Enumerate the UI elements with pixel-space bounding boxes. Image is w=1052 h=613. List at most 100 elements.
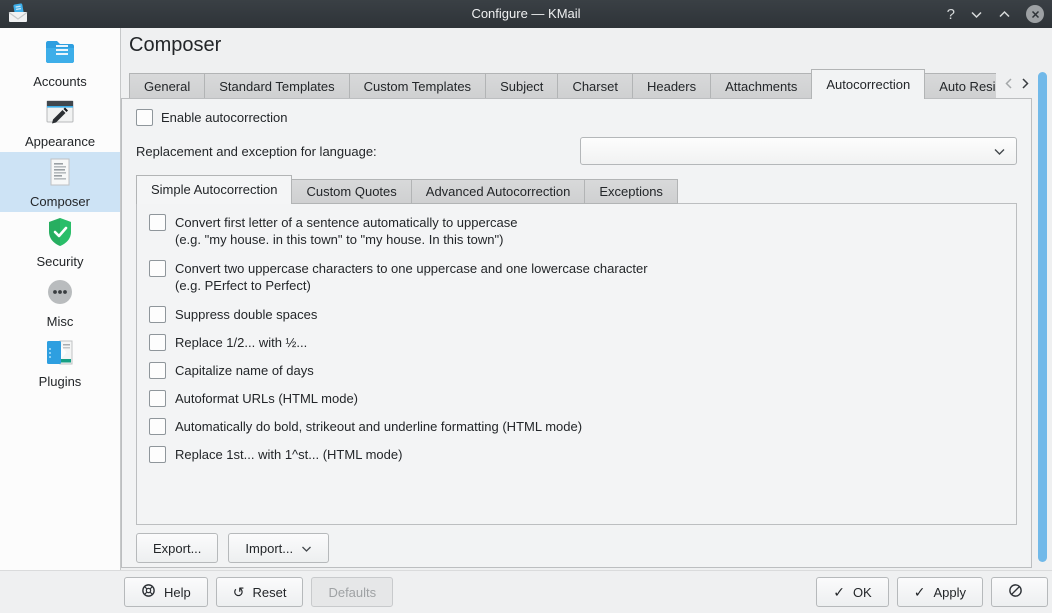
configure-kmail-window: Configure — KMail ? bbox=[0, 0, 1052, 613]
language-row: Replacement and exception for language: bbox=[136, 137, 1017, 165]
composer-tabs: General Standard Templates Custom Templa… bbox=[129, 69, 996, 99]
tab-custom-quotes[interactable]: Custom Quotes bbox=[291, 179, 411, 204]
language-combobox[interactable] bbox=[580, 137, 1017, 165]
apply-button[interactable]: ✓ Apply bbox=[897, 577, 983, 607]
tab-subject[interactable]: Subject bbox=[485, 73, 558, 99]
sidebar-item-label: Security bbox=[37, 254, 84, 269]
tab-exceptions[interactable]: Exceptions bbox=[584, 179, 678, 204]
reset-button[interactable]: ↺ Reset bbox=[216, 577, 304, 607]
tab-autocorrection[interactable]: Autocorrection bbox=[811, 69, 925, 99]
import-button[interactable]: Import... bbox=[228, 533, 329, 563]
sidebar-item-misc[interactable]: Misc bbox=[0, 272, 120, 332]
close-icon[interactable] bbox=[1026, 5, 1044, 23]
appearance-window-icon bbox=[43, 96, 77, 131]
dialog-button-box: Help ↺ Reset Defaults ✓ OK ✓ Apply bbox=[0, 570, 1052, 613]
tab-scroll-left-icon[interactable] bbox=[1004, 77, 1013, 93]
sidebar-item-security[interactable]: Security bbox=[0, 212, 120, 272]
capitalize-days-checkbox[interactable] bbox=[149, 362, 166, 379]
plugins-icon bbox=[43, 336, 77, 371]
category-sidebar: Accounts Appearance bbox=[0, 28, 121, 570]
tab-scroll-right-icon[interactable] bbox=[1021, 77, 1030, 93]
composer-document-icon bbox=[43, 156, 77, 191]
sidebar-item-label: Appearance bbox=[25, 134, 95, 149]
sidebar-item-appearance[interactable]: Appearance bbox=[0, 92, 120, 152]
option-label: Automatically do bold, strikeout and und… bbox=[175, 418, 582, 435]
chevron-down-icon bbox=[993, 144, 1006, 159]
tab-auto-resize[interactable]: Auto Resize bbox=[924, 73, 996, 99]
option-label: Capitalize name of days bbox=[175, 362, 314, 379]
option-autoformat-urls[interactable]: Autoformat URLs (HTML mode) bbox=[149, 390, 1004, 407]
vertical-scrollbar[interactable] bbox=[1038, 72, 1047, 562]
maximize-button[interactable] bbox=[998, 7, 1011, 22]
option-replace-ordinals[interactable]: Replace 1st... with 1^st... (HTML mode) bbox=[149, 446, 1004, 463]
window-title: Configure — KMail bbox=[0, 0, 1052, 28]
option-capitalize-days[interactable]: Capitalize name of days bbox=[149, 362, 1004, 379]
sidebar-item-label: Composer bbox=[30, 194, 90, 209]
defaults-button[interactable]: Defaults bbox=[311, 577, 393, 607]
tab-scroll-arrows bbox=[996, 77, 1032, 99]
cancel-button[interactable] bbox=[991, 577, 1048, 607]
tab-simple-autocorrection[interactable]: Simple Autocorrection bbox=[136, 175, 292, 204]
footer-right-buttons: ✓ OK ✓ Apply bbox=[816, 577, 1048, 607]
sidebar-item-plugins[interactable]: Plugins bbox=[0, 332, 120, 392]
option-label: Autoformat URLs (HTML mode) bbox=[175, 390, 358, 407]
autocorrection-sub-tabs: Simple Autocorrection Custom Quotes Adva… bbox=[136, 175, 1017, 204]
tab-standard-templates[interactable]: Standard Templates bbox=[204, 73, 349, 99]
option-label: Suppress double spaces bbox=[175, 306, 317, 323]
tab-advanced-autocorrection[interactable]: Advanced Autocorrection bbox=[411, 179, 586, 204]
enable-autocorrection-checkbox[interactable] bbox=[136, 109, 153, 126]
option-label: Replace 1st... with 1^st... (HTML mode) bbox=[175, 446, 402, 463]
option-two-uppercase[interactable]: Convert two uppercase characters to one … bbox=[149, 260, 1004, 294]
tab-charset[interactable]: Charset bbox=[557, 73, 633, 99]
export-import-row: Export... Import... bbox=[136, 533, 1017, 563]
uppercase-first-letter-checkbox[interactable] bbox=[149, 214, 166, 231]
export-button[interactable]: Export... bbox=[136, 533, 218, 563]
cancel-slash-icon bbox=[1008, 583, 1023, 601]
sidebar-item-accounts[interactable]: Accounts bbox=[0, 32, 120, 92]
sidebar-item-label: Accounts bbox=[33, 74, 86, 89]
check-icon: ✓ bbox=[914, 585, 926, 599]
page-title: Composer bbox=[129, 34, 1052, 57]
autoformat-urls-checkbox[interactable] bbox=[149, 390, 166, 407]
tab-headers[interactable]: Headers bbox=[632, 73, 711, 99]
replace-fractions-checkbox[interactable] bbox=[149, 334, 166, 351]
bold-strikeout-underline-checkbox[interactable] bbox=[149, 418, 166, 435]
chevron-down-icon bbox=[301, 541, 312, 556]
enable-autocorrection-row[interactable]: Enable autocorrection bbox=[136, 109, 1017, 126]
enable-autocorrection-label: Enable autocorrection bbox=[161, 110, 287, 125]
window-controls: ? bbox=[947, 0, 1044, 28]
composer-settings-page: Composer General Standard Templates Cust… bbox=[121, 28, 1052, 570]
option-replace-fractions[interactable]: Replace 1/2... with ½... bbox=[149, 334, 1004, 351]
dialog-body: Accounts Appearance bbox=[0, 28, 1052, 570]
replace-ordinals-checkbox[interactable] bbox=[149, 446, 166, 463]
titlebar: Configure — KMail ? bbox=[0, 0, 1052, 28]
context-help-button[interactable]: ? bbox=[947, 7, 955, 22]
accounts-folder-icon bbox=[43, 36, 77, 71]
minimize-button[interactable] bbox=[970, 7, 983, 22]
composer-tab-bar: General Standard Templates Custom Templa… bbox=[121, 69, 1032, 99]
option-suppress-double-spaces[interactable]: Suppress double spaces bbox=[149, 306, 1004, 323]
help-lifebuoy-icon bbox=[141, 583, 156, 601]
option-uppercase-first-letter[interactable]: Convert first letter of a sentence autom… bbox=[149, 214, 1004, 248]
language-label: Replacement and exception for language: bbox=[136, 144, 377, 159]
sidebar-item-label: Plugins bbox=[39, 374, 82, 389]
option-label: Convert two uppercase characters to one … bbox=[175, 260, 648, 294]
tab-attachments[interactable]: Attachments bbox=[710, 73, 812, 99]
reset-undo-icon: ↺ bbox=[233, 585, 245, 599]
sidebar-item-composer[interactable]: Composer bbox=[0, 152, 120, 212]
tab-custom-templates[interactable]: Custom Templates bbox=[349, 73, 486, 99]
ok-button[interactable]: ✓ OK bbox=[816, 577, 889, 607]
two-uppercase-checkbox[interactable] bbox=[149, 260, 166, 277]
sidebar-item-label: Misc bbox=[47, 314, 74, 329]
suppress-double-spaces-checkbox[interactable] bbox=[149, 306, 166, 323]
option-label: Convert first letter of a sentence autom… bbox=[175, 214, 518, 248]
option-label: Replace 1/2... with ½... bbox=[175, 334, 307, 351]
simple-autocorrection-panel: Convert first letter of a sentence autom… bbox=[136, 203, 1017, 525]
option-bold-strikeout-underline[interactable]: Automatically do bold, strikeout and und… bbox=[149, 418, 1004, 435]
check-icon: ✓ bbox=[833, 585, 845, 599]
tab-general[interactable]: General bbox=[129, 73, 205, 99]
autocorrection-panel: Enable autocorrection Replacement and ex… bbox=[121, 98, 1032, 568]
help-button[interactable]: Help bbox=[124, 577, 208, 607]
security-shield-icon bbox=[43, 216, 77, 251]
misc-dots-icon bbox=[43, 276, 77, 311]
